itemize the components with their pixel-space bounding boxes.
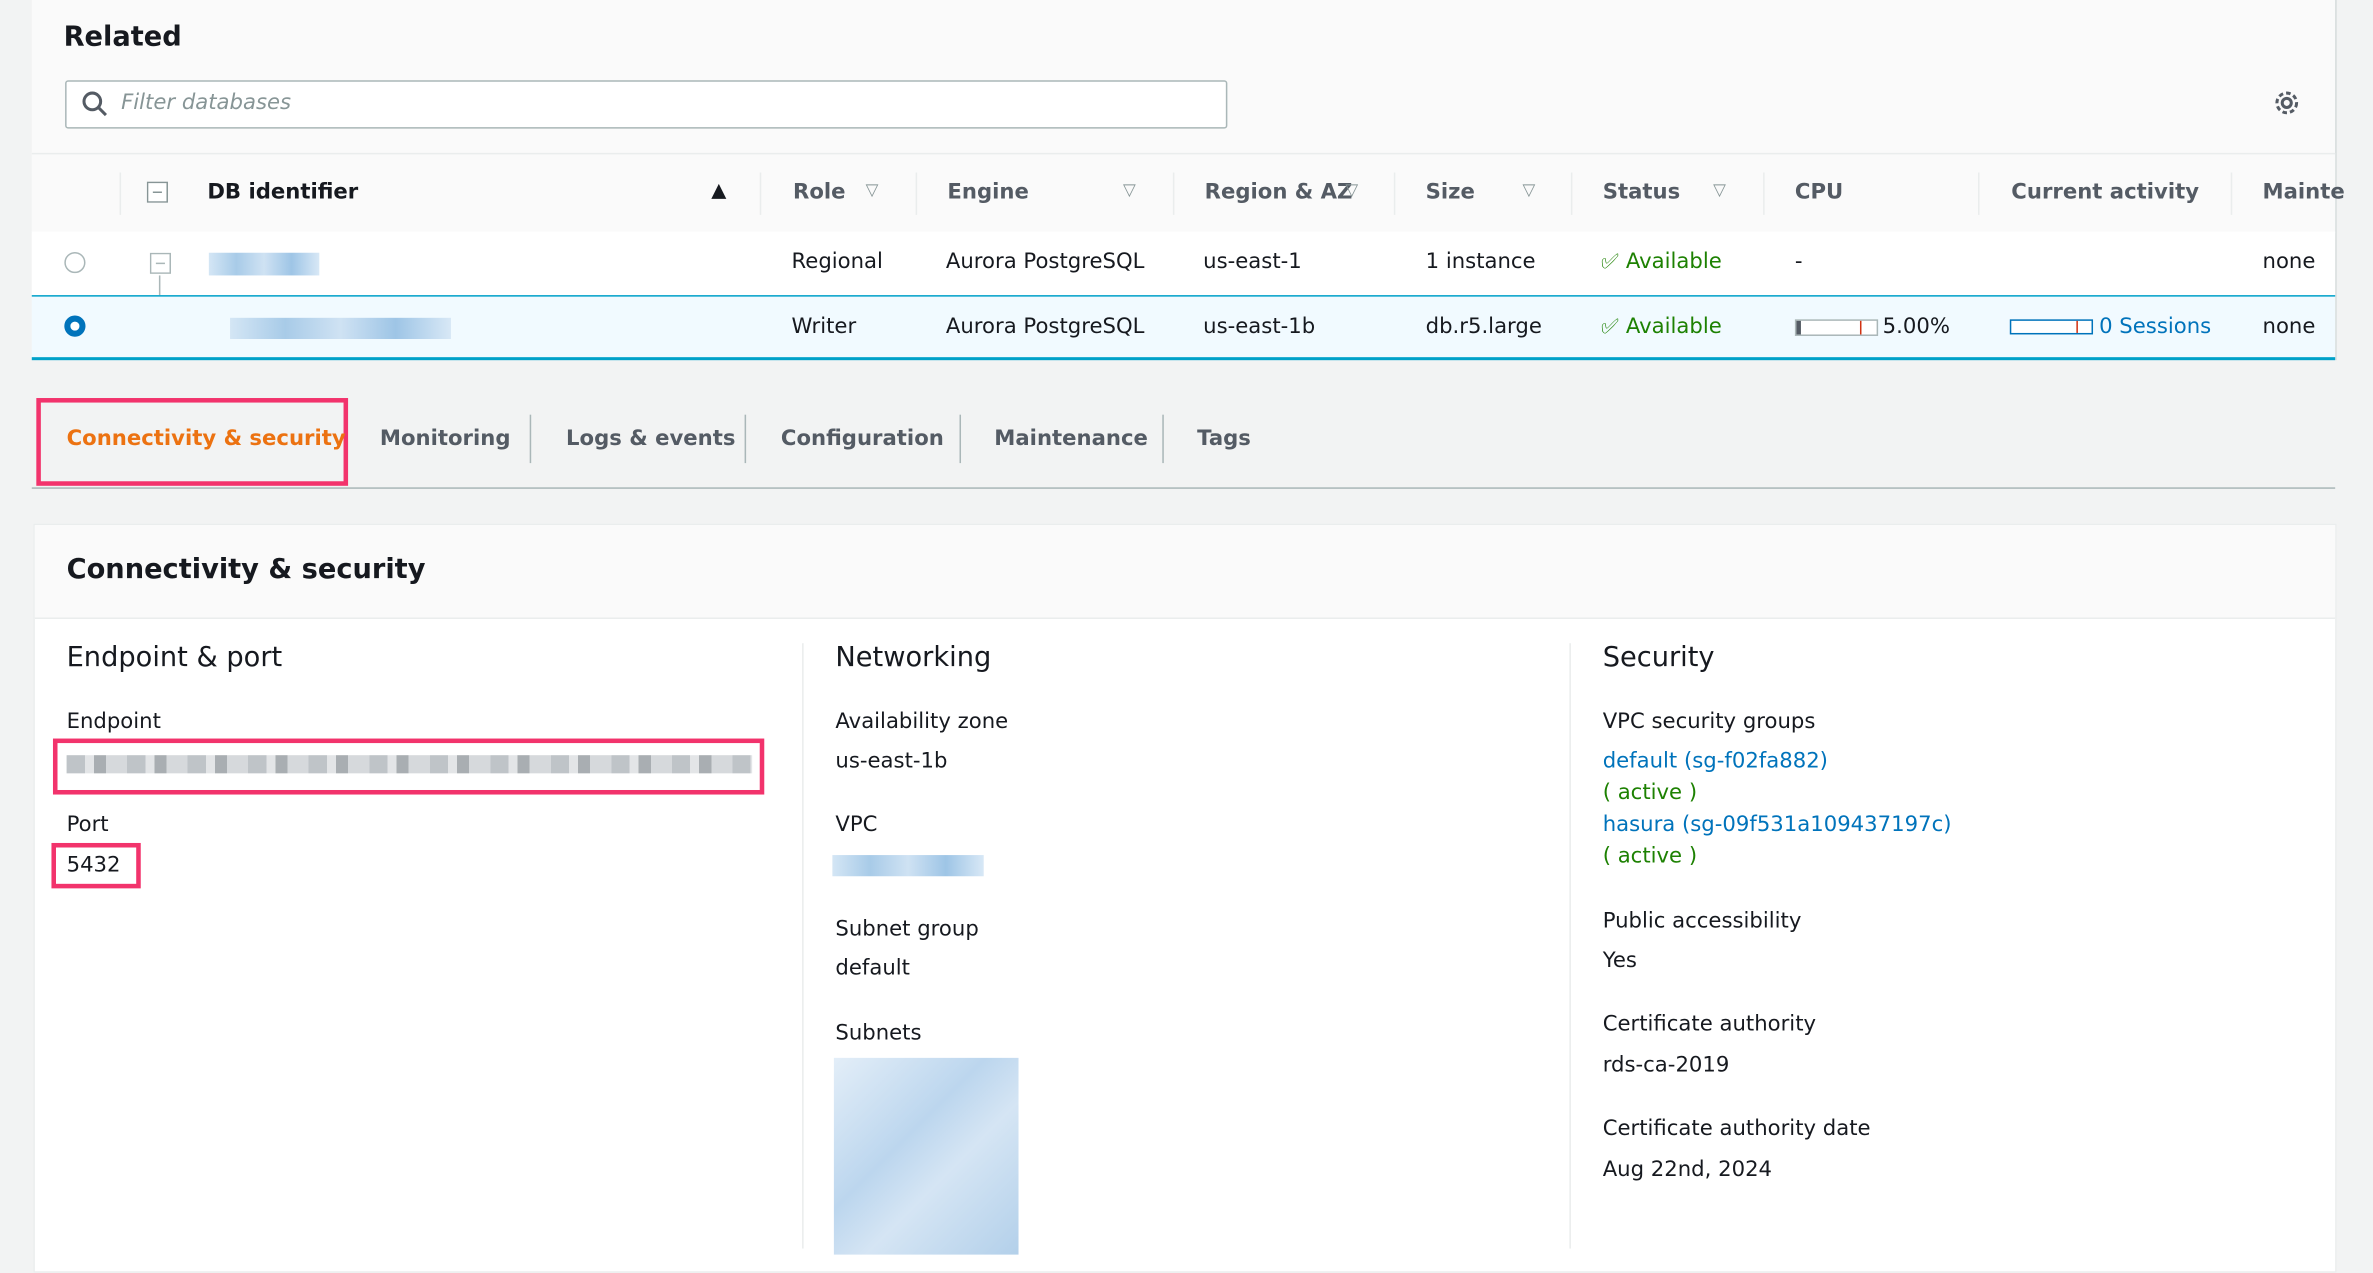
subnet-group-value: default (835, 956, 910, 981)
subnets-label: Subnets (835, 1021, 922, 1046)
table-header: DB identifier ▲ Role ▽ Engine ▽ Region &… (31, 152, 2345, 234)
sg-hasura-link[interactable]: hasura (sg-09f531a109437197c) (1603, 813, 1952, 837)
check-circle-icon: ✅︎ (1601, 249, 1620, 274)
tab-monitoring[interactable]: Monitoring (380, 427, 511, 451)
related-title: Related (63, 21, 182, 53)
sort-icon[interactable]: ▽ (1123, 180, 1136, 200)
tab-configuration[interactable]: Configuration (781, 427, 944, 451)
sg-default-link[interactable]: default (sg-f02fa882) (1603, 749, 1828, 773)
az-value: us-east-1b (835, 749, 948, 774)
sort-ascending-icon[interactable]: ▲ (711, 180, 726, 203)
vpc-link-redacted[interactable] (832, 855, 984, 877)
tab-logs-events[interactable]: Logs & events (566, 427, 735, 451)
size-cell: db.r5.large (1425, 314, 1542, 340)
tab-connectivity-security[interactable]: Connectivity & security (67, 427, 346, 451)
sort-icon[interactable]: ▽ (1522, 180, 1535, 200)
sg-status: ( active ) (1602, 780, 1698, 806)
db-identifier-redacted[interactable] (208, 252, 320, 276)
port-label: Port (66, 812, 109, 837)
az-label: Availability zone (835, 709, 1009, 734)
public-accessibility-value: Yes (1602, 948, 1637, 974)
cpu-cell: - (1794, 249, 1803, 274)
engine-cell: Aurora PostgreSQL (945, 249, 1145, 274)
engine-cell: Aurora PostgreSQL (945, 314, 1145, 340)
subnet-group-label: Subnet group (835, 917, 979, 942)
sort-icon[interactable]: ▽ (866, 180, 879, 200)
table-row-selected[interactable]: Writer Aurora PostgreSQL us-east-1b db.r… (31, 295, 2336, 361)
security-heading: Security (1602, 641, 1715, 674)
ca-date-label: Certificate authority date (1602, 1116, 1871, 1142)
status-badge: ✅︎ Available (1601, 314, 1722, 340)
sessions-link[interactable]: 0 Sessions (2099, 315, 2211, 339)
col-engine[interactable]: Engine (947, 180, 1028, 204)
status-badge: ✅︎ Available (1601, 249, 1722, 274)
tab-bar: Connectivity & security Monitoring Logs … (31, 397, 2336, 489)
cpu-bar (1794, 319, 1879, 336)
filter-databases-input[interactable]: Filter databases (65, 80, 1228, 129)
cpu-bar-fill (1796, 320, 1801, 335)
section-title: Connectivity & security (66, 553, 426, 586)
public-accessibility-label: Public accessibility (1602, 909, 1802, 934)
vpc-sg-label: VPC security groups (1602, 709, 1816, 734)
col-current-activity[interactable]: Current activity (2011, 180, 2199, 204)
sg-status: ( active ) (1602, 844, 1698, 869)
ca-label: Certificate authority (1602, 1012, 1817, 1037)
radio-button[interactable] (64, 251, 87, 274)
ca-value: rds-ca-2019 (1602, 1053, 1730, 1078)
col-size[interactable]: Size (1426, 180, 1475, 204)
maintenance-cell: none (2262, 249, 2316, 274)
endpoint-redacted[interactable] (66, 755, 753, 774)
role-cell: Regional (791, 249, 883, 274)
search-placeholder: Filter databases (121, 90, 292, 116)
region-cell: us-east-1 (1203, 249, 1302, 274)
db-identifier-redacted[interactable] (230, 317, 451, 340)
table-row[interactable]: Regional Aurora PostgreSQL us-east-1 1 i… (31, 231, 2336, 296)
gear-icon[interactable] (2272, 88, 2302, 118)
collapse-icon[interactable] (149, 252, 172, 274)
col-db-identifier[interactable]: DB identifier (207, 180, 358, 204)
role-cell: Writer (791, 314, 857, 340)
col-status[interactable]: Status (1603, 180, 1681, 204)
col-cpu[interactable]: CPU (1795, 180, 1843, 204)
cpu-value: 5.00% (1882, 314, 1950, 340)
maintenance-cell: none (2262, 314, 2316, 340)
endpoint-label: Endpoint (66, 709, 161, 734)
col-region[interactable]: Region & AZ (1205, 180, 1353, 204)
region-cell: us-east-1b (1203, 314, 1316, 340)
tab-tags[interactable]: Tags (1197, 427, 1251, 451)
sort-icon[interactable]: ▽ (1713, 180, 1726, 200)
radio-button-selected[interactable] (64, 315, 87, 338)
sort-icon[interactable]: ▽ (1345, 180, 1358, 200)
connectivity-card: Connectivity & security Endpoint & port … (33, 523, 2337, 1273)
vpc-label: VPC (835, 812, 878, 837)
col-maintenance[interactable]: Mainte (2263, 180, 2345, 204)
search-icon (82, 91, 108, 117)
port-value: 5432 (66, 853, 121, 878)
endpoint-port-heading: Endpoint & port (66, 641, 283, 674)
collapse-all-icon[interactable] (146, 181, 168, 203)
ca-date-value: Aug 22nd, 2024 (1602, 1157, 1773, 1182)
networking-heading: Networking (835, 641, 992, 674)
tab-maintenance[interactable]: Maintenance (994, 427, 1148, 451)
col-role[interactable]: Role (793, 180, 846, 204)
size-cell: 1 instance (1425, 249, 1536, 274)
check-circle-icon: ✅︎ (1601, 314, 1620, 340)
subnets-redacted (833, 1057, 1019, 1255)
activity-bar (2009, 319, 2094, 335)
